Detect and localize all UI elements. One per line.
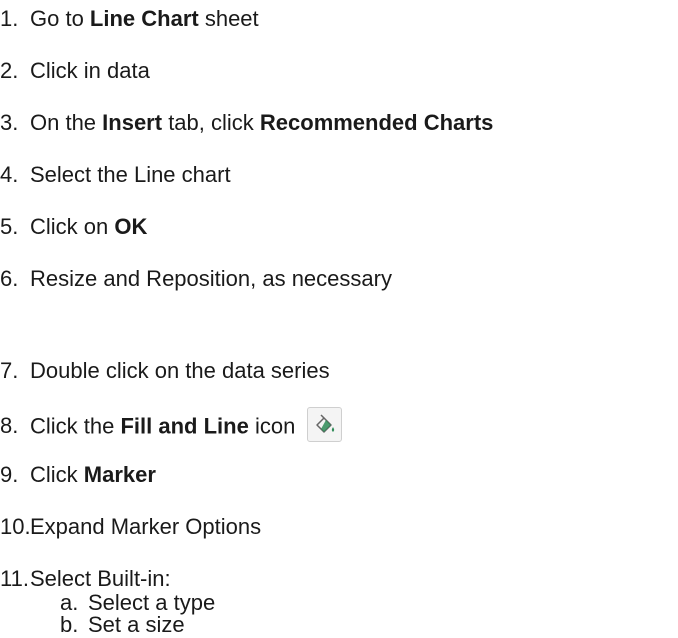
step-3: 3. On the Insert tab, click Recommended C… [0,110,494,135]
step-8: 8. Click the Fill and Line icon [0,407,343,445]
step-7: 7. Double click on the data series [0,358,330,383]
step-6: 6. Resize and Reposition, as necessary [0,266,392,291]
step-2: 2. Click in data [0,58,150,83]
step-10: 10.Expand Marker Options [0,514,262,539]
step-9: 9. Click Marker [0,462,156,487]
substep-b: b. Set a size [60,612,185,637]
fill-and-line-icon [307,407,343,442]
step-4: 4. Select the Line chart [0,162,231,187]
instruction-list: 1. Go to Line Chart sheet 2. Click in data… [0,0,678,637]
step-11: 11.Select Built-in: [0,566,171,591]
step-1: 1. Go to Line Chart sheet [0,6,259,31]
step-5: 5. Click on OK [0,214,148,239]
